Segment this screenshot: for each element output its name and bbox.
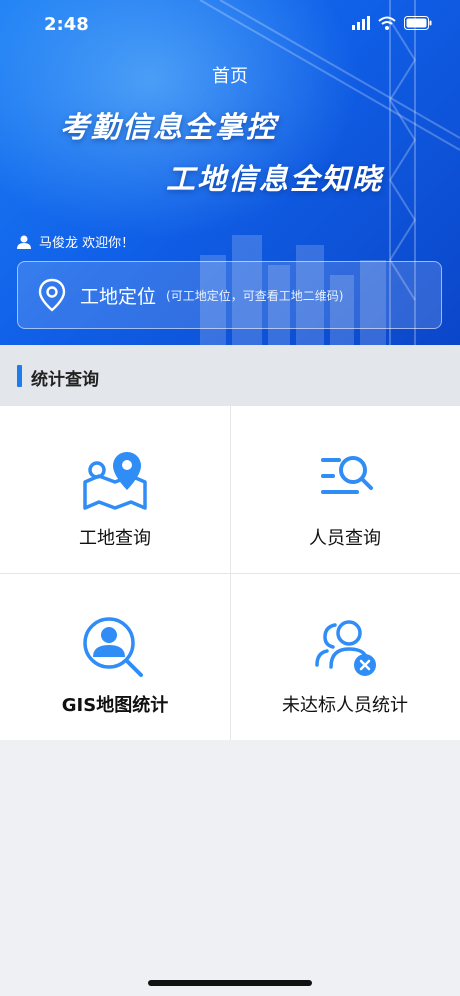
menu-label: 工地查询: [79, 528, 151, 549]
location-pin-icon: [38, 278, 66, 312]
status-bar: 2:48: [0, 0, 460, 50]
welcome-text: 马俊龙 欢迎你！: [39, 236, 135, 251]
wifi-icon: [378, 16, 396, 30]
list-search-icon: [321, 456, 373, 494]
site-locate-label: 工地定位: [80, 285, 157, 308]
menu-label: 人员查询: [309, 528, 381, 549]
home-indicator[interactable]: [148, 980, 312, 986]
page-title: 首页: [212, 66, 248, 87]
site-locate-button[interactable]: 工地定位 (可工地定位，可查看工地二维码): [17, 261, 442, 329]
menu-item-gis-stats[interactable]: GIS地图统计: [0, 573, 230, 740]
menu-item-person-query[interactable]: 人员查询: [230, 406, 460, 573]
section-title: 统计查询: [31, 370, 99, 390]
section-header: 统计查询: [0, 345, 460, 406]
map-pin-icon: [83, 452, 147, 510]
menu-grid: 工地查询 人员查询 GIS地图统计 未达标人员统计: [0, 406, 460, 740]
menu-label: GIS地图统计: [61, 695, 169, 716]
section-accent-bar: [17, 365, 22, 387]
signal-icon: [352, 16, 370, 30]
menu-item-unqualified-stats[interactable]: 未达标人员统计: [230, 573, 460, 740]
person-search-icon: [83, 617, 143, 677]
welcome-row: 马俊龙 欢迎你！: [17, 232, 134, 251]
users-x-icon: [315, 620, 376, 676]
menu-label: 未达标人员统计: [282, 695, 408, 716]
site-locate-hint: (可工地定位，可查看工地二维码): [166, 288, 344, 303]
battery-icon: [404, 16, 432, 30]
status-icons: [352, 16, 432, 30]
user-icon: [17, 235, 31, 249]
slogan-line-1: 考勤信息全掌控: [60, 110, 278, 144]
slogan-line-2: 工地信息全知晓: [166, 162, 384, 196]
status-time: 2:48: [44, 14, 89, 35]
menu-item-site-query[interactable]: 工地查询: [0, 406, 230, 573]
header-banner: 2:48 首页 考勤信息全掌控 工地信息全知晓 马俊龙 欢迎你！ 工地定位 (可…: [0, 0, 460, 345]
